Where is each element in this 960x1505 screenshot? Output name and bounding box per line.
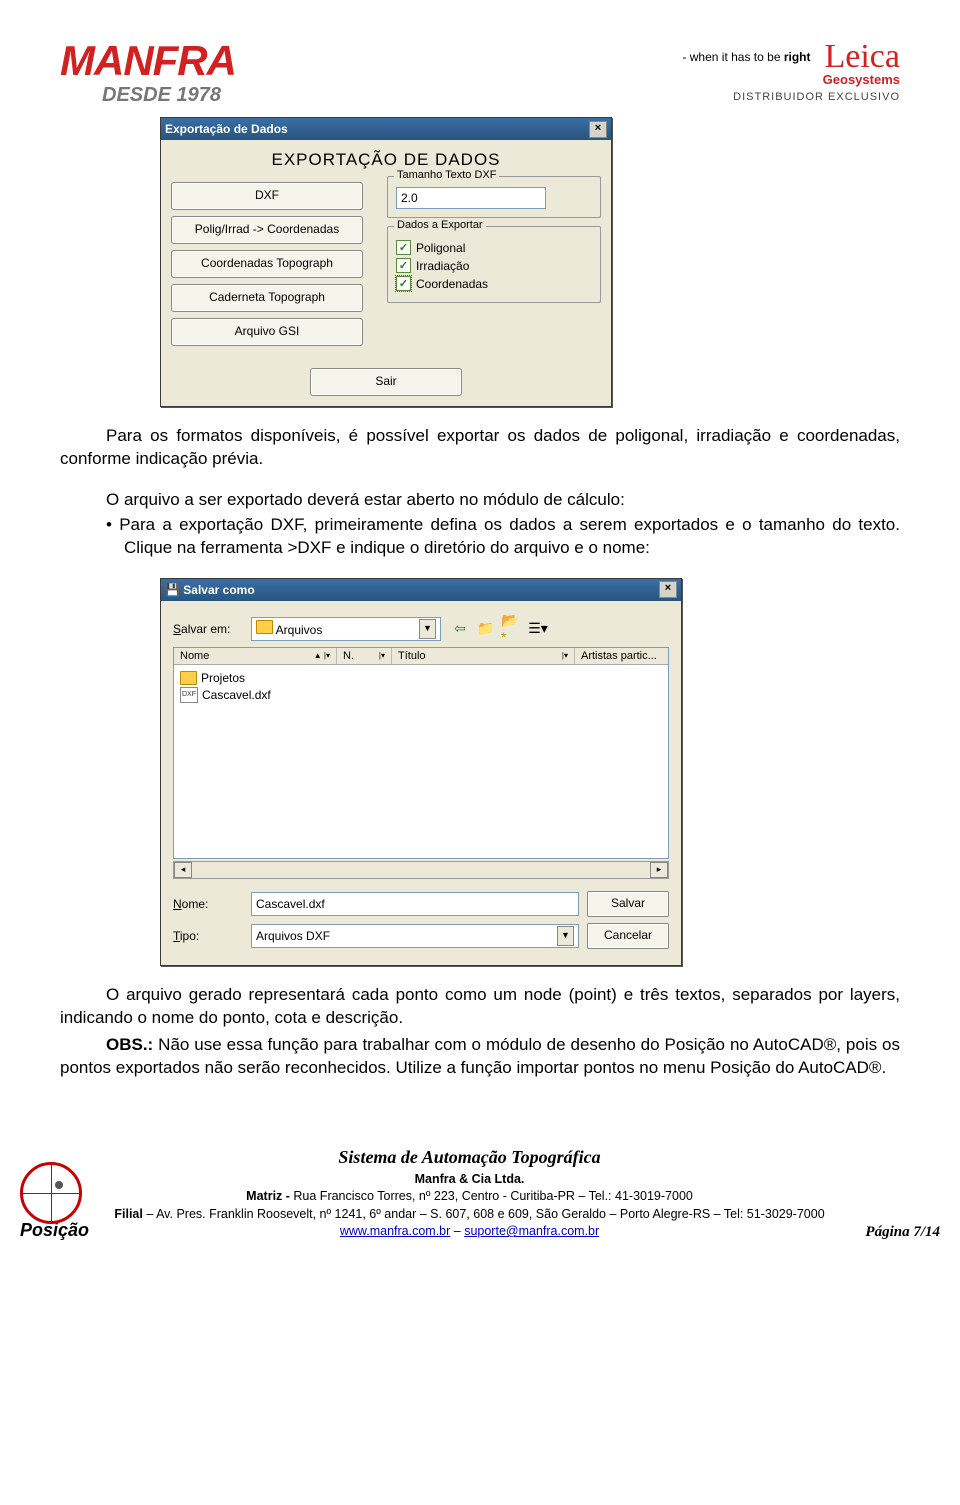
view-menu-icon[interactable]: ☰▾ bbox=[527, 618, 549, 640]
chevron-down-icon[interactable]: ▼ bbox=[419, 619, 436, 639]
list-item[interactable]: Projetos bbox=[180, 671, 662, 685]
paragraph-3: O arquivo gerado representará cada ponto… bbox=[60, 984, 900, 1030]
arquivo-gsi-button[interactable]: Arquivo GSI bbox=[171, 318, 363, 346]
page-number: Página 7/14 bbox=[850, 1224, 940, 1241]
footer-company: Manfra & Cia Ltda. bbox=[89, 1171, 850, 1189]
leica-sub: Geosystems bbox=[811, 72, 901, 87]
since-text: DESDE 1978 bbox=[60, 84, 221, 107]
footer-filial: Filial – Av. Pres. Franklin Roosevelt, n… bbox=[89, 1206, 850, 1224]
file-list[interactable]: Nome ▲ |▾ N.|▾ Título|▾ Artistas partic.… bbox=[173, 647, 669, 859]
footer-title: Sistema de Automação Topográfica bbox=[89, 1145, 850, 1170]
folder-icon bbox=[180, 671, 197, 685]
salvar-button[interactable]: Salvar bbox=[587, 891, 669, 917]
sair-button[interactable]: Sair bbox=[310, 368, 462, 396]
poligonal-checkbox[interactable]: ✓Poligonal bbox=[396, 240, 592, 255]
close-icon[interactable]: × bbox=[659, 581, 677, 598]
salvar-em-label: Salvar em: bbox=[173, 622, 243, 636]
save-dialog-title: 💾 Salvar como bbox=[165, 579, 255, 601]
new-folder-icon[interactable]: 📂* bbox=[501, 618, 523, 640]
coord-topograph-button[interactable]: Coordenadas Topograph bbox=[171, 250, 363, 278]
folder-combo[interactable]: Arquivos ▼ bbox=[251, 617, 441, 641]
export-dialog-title: Exportação de Dados bbox=[165, 118, 288, 140]
dados-exportar-group: Dados a Exportar ✓Poligonal ✓Irradiação … bbox=[387, 226, 601, 303]
paragraph-obs: OBS.: Não use essa função para trabalhar… bbox=[60, 1034, 900, 1080]
bullet-1: • Para a exportação DXF, primeiramente d… bbox=[106, 514, 900, 560]
horizontal-scrollbar[interactable]: ◂ ▸ bbox=[173, 861, 669, 879]
tagline: - when it has to be right bbox=[682, 50, 810, 64]
col-artistas[interactable]: Artistas partic... bbox=[575, 648, 668, 664]
chevron-down-icon[interactable]: ▼ bbox=[557, 926, 574, 946]
website-link[interactable]: www.manfra.com.br bbox=[340, 1224, 450, 1238]
close-icon[interactable]: × bbox=[589, 121, 607, 138]
polig-irrad-button[interactable]: Polig/Irrad -> Coordenadas bbox=[171, 216, 363, 244]
col-nome[interactable]: Nome ▲ |▾ bbox=[174, 648, 337, 664]
distributor-text: DISTRIBUIDOR EXCLUSIVO bbox=[682, 91, 900, 103]
caderneta-button[interactable]: Caderneta Topograph bbox=[171, 284, 363, 312]
paragraph-1: Para os formatos disponíveis, é possível… bbox=[60, 425, 900, 471]
coordenadas-checkbox[interactable]: ✓Coordenadas bbox=[396, 276, 592, 291]
col-n[interactable]: N.|▾ bbox=[337, 648, 392, 664]
page-footer: Posição Sistema de Automação Topográfica… bbox=[0, 1145, 960, 1252]
filetype-combo[interactable]: Arquivos DXF▼ bbox=[251, 924, 579, 948]
tamanho-texto-input[interactable]: 2.0 bbox=[396, 187, 546, 209]
cancelar-button[interactable]: Cancelar bbox=[587, 923, 669, 949]
filename-input[interactable]: Cascavel.dxf bbox=[251, 892, 579, 916]
save-as-dialog: 💾 Salvar como × Salvar em: Arquivos ▼ ⇦ … bbox=[160, 578, 682, 966]
up-folder-icon[interactable]: 📁 bbox=[475, 618, 497, 640]
export-heading: EXPORTAÇÃO DE DADOS bbox=[171, 150, 601, 170]
brand-logo: MANFRA bbox=[60, 40, 236, 82]
dxf-button[interactable]: DXF bbox=[171, 182, 363, 210]
folder-icon bbox=[256, 620, 273, 634]
paragraph-2: O arquivo a ser exportado deverá estar a… bbox=[60, 489, 900, 512]
col-titulo[interactable]: Título|▾ bbox=[392, 648, 575, 664]
email-link[interactable]: suporte@manfra.com.br bbox=[464, 1224, 599, 1238]
scroll-left-icon[interactable]: ◂ bbox=[174, 862, 192, 878]
posicao-logo-icon bbox=[20, 1162, 82, 1224]
dxf-file-icon: DXF bbox=[180, 687, 198, 703]
scroll-right-icon[interactable]: ▸ bbox=[650, 862, 668, 878]
back-icon[interactable]: ⇦ bbox=[449, 618, 471, 640]
page-header: MANFRA DESDE 1978 - when it has to be ri… bbox=[60, 40, 900, 107]
tipo-label: Tipo: bbox=[173, 929, 243, 943]
irradiacao-checkbox[interactable]: ✓Irradiação bbox=[396, 258, 592, 273]
leica-logo: Leica bbox=[825, 40, 901, 74]
tamanho-texto-group: Tamanho Texto DXF 2.0 bbox=[387, 176, 601, 218]
export-dialog: Exportação de Dados × EXPORTAÇÃO DE DADO… bbox=[160, 117, 612, 407]
footer-links: www.manfra.com.br – suporte@manfra.com.b… bbox=[89, 1223, 850, 1241]
footer-matriz: Matriz - Rua Francisco Torres, nº 223, C… bbox=[89, 1188, 850, 1206]
nome-label: Nome: bbox=[173, 897, 243, 911]
list-item[interactable]: DXFCascavel.dxf bbox=[180, 687, 662, 703]
